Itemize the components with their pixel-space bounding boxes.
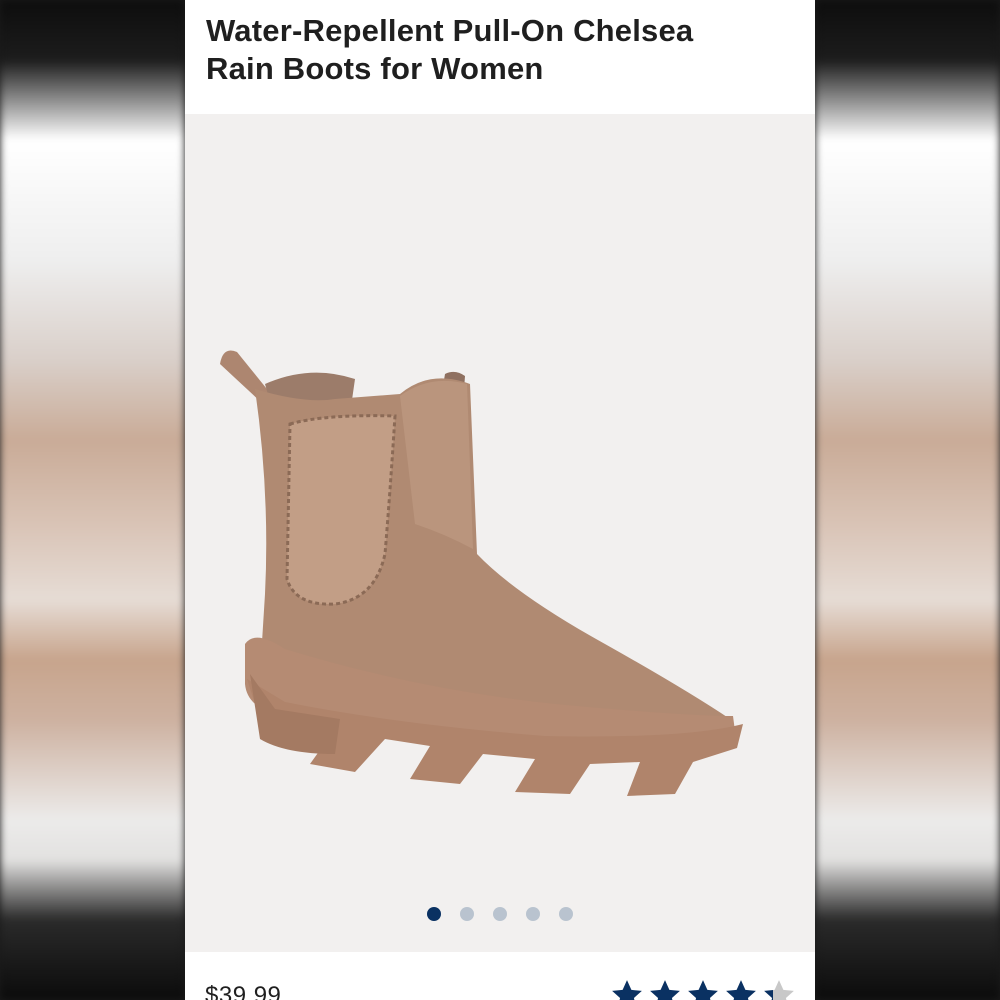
boot-image bbox=[220, 350, 743, 796]
carousel-indicator bbox=[185, 907, 815, 923]
product-image-carousel[interactable] bbox=[185, 114, 815, 952]
carousel-dot-4[interactable] bbox=[526, 907, 540, 921]
product-title-line-2: Rain Boots for Women bbox=[206, 51, 544, 86]
star-filled-icon bbox=[650, 980, 680, 1000]
product-title-line-1: Water-Repellent Pull-On Chelsea bbox=[206, 13, 694, 48]
carousel-dot-5[interactable] bbox=[559, 907, 573, 921]
star-partial-icon bbox=[764, 980, 794, 1000]
star-filled-icon bbox=[726, 980, 756, 1000]
product-screen: Water-Repellent Pull-On Chelsea Rain Boo… bbox=[185, 0, 815, 1000]
star-filled-icon bbox=[688, 980, 718, 1000]
blurred-backdrop-left bbox=[0, 0, 185, 1000]
carousel-dot-3[interactable] bbox=[493, 907, 507, 921]
blurred-backdrop-right bbox=[815, 0, 1000, 1000]
product-price: $39.99 bbox=[205, 982, 282, 1000]
star-rating[interactable] bbox=[610, 978, 796, 1000]
product-title: Water-Repellent Pull-On Chelsea Rain Boo… bbox=[206, 12, 796, 88]
star-filled-icon bbox=[612, 980, 642, 1000]
carousel-dot-1[interactable] bbox=[427, 907, 441, 921]
carousel-dot-2[interactable] bbox=[460, 907, 474, 921]
